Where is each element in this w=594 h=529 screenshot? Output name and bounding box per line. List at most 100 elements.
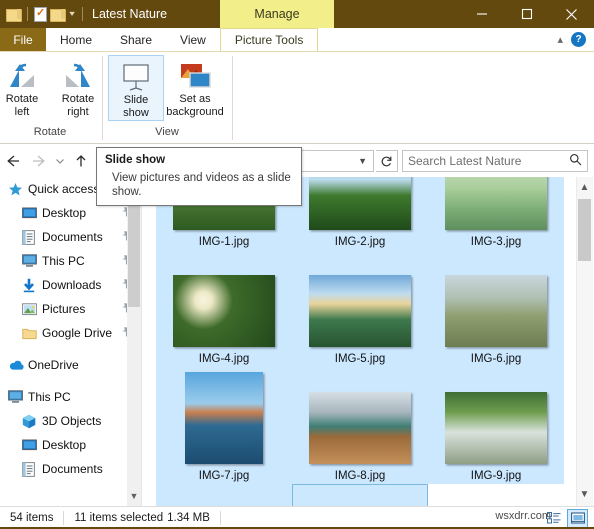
file-name-label: IMG-3.jpg xyxy=(470,236,522,248)
slideshow-tooltip: Slide show View pictures and videos as a… xyxy=(96,147,302,206)
help-question-icon[interactable]: ? xyxy=(571,32,586,47)
file-tile[interactable]: IMG-8.jpg xyxy=(292,367,428,484)
file-name-label: IMG-8.jpg xyxy=(334,470,386,482)
sidebar-item-pictures[interactable]: Pictures xyxy=(0,297,141,321)
window-controls xyxy=(459,0,594,28)
back-button[interactable] xyxy=(0,148,26,174)
file-tile[interactable]: IMG-2.jpg xyxy=(292,177,428,250)
desktop-icon xyxy=(22,207,40,220)
new-folder-icon[interactable] xyxy=(50,8,66,22)
status-selection-size: 1.34 MB xyxy=(167,512,210,524)
sidebar-item-onedrive[interactable]: OneDrive xyxy=(0,353,141,377)
sidebar-item-google-drive[interactable]: Google Drive xyxy=(0,321,141,345)
nav-scroll-down-icon[interactable]: ▼ xyxy=(128,489,140,503)
sidebar-item-label: Desktop xyxy=(42,438,87,452)
quick-access-dropdown-icon[interactable]: ▾ xyxy=(69,10,75,18)
file-tile[interactable]: IMG-11.jpg xyxy=(292,484,428,506)
tab-share[interactable]: Share xyxy=(106,28,167,51)
slideshow-label-1: Slide xyxy=(123,94,149,106)
nav-group-spacer xyxy=(0,345,141,353)
file-tile[interactable]: IMG-9.jpg xyxy=(428,367,564,484)
pictures-icon xyxy=(22,302,40,316)
tab-file-label: File xyxy=(13,32,33,47)
properties-checkmark-icon[interactable] xyxy=(34,6,47,22)
rotate-right-icon xyxy=(60,59,96,93)
ribbon: Rotate left Rotate right Rotate Slide sh… xyxy=(0,52,594,144)
content-scroll-up-icon[interactable]: ▲ xyxy=(576,179,593,196)
file-tile[interactable]: IMG-10.jpg xyxy=(156,484,292,506)
rotate-right-label-1: Rotate xyxy=(61,93,95,105)
set-as-background-button[interactable]: Set as background xyxy=(164,55,226,119)
documents-icon xyxy=(22,229,40,245)
sidebar-item-3d-objects[interactable]: 3D Objects xyxy=(0,409,141,433)
folder-icon[interactable] xyxy=(6,8,22,22)
documents-icon xyxy=(22,461,40,477)
help-label: ? xyxy=(575,34,582,45)
ribbon-group-divider-1 xyxy=(102,56,103,140)
chevron-down-icon[interactable]: ▼ xyxy=(358,156,369,166)
status-divider-2 xyxy=(219,511,221,525)
sidebar-item-desktop[interactable]: Desktop xyxy=(0,433,141,457)
watermark: wsxdrr.com xyxy=(495,510,551,522)
file-tile[interactable]: IMG-4.jpg xyxy=(156,250,292,367)
file-tile[interactable]: IMG-12.jpg xyxy=(428,484,564,506)
star-icon xyxy=(8,182,26,197)
file-tile[interactable]: IMG-6.jpg xyxy=(428,250,564,367)
ribbon-group-rotate-label: Rotate xyxy=(33,126,67,138)
close-button[interactable] xyxy=(549,0,594,28)
chevron-up-icon[interactable]: ▴ xyxy=(557,33,563,46)
ribbon-strip-right: ▴ ? xyxy=(557,28,594,51)
content-scroll-down-icon[interactable]: ▼ xyxy=(576,486,593,503)
folder-icon xyxy=(22,327,40,340)
window-title: Latest Nature xyxy=(92,7,168,21)
tab-home[interactable]: Home xyxy=(46,28,107,51)
tab-file[interactable]: File xyxy=(0,28,46,51)
set-background-icon xyxy=(177,59,213,93)
sidebar-item-this-pc[interactable]: This PC xyxy=(0,385,141,409)
contextual-tab-header-manage[interactable]: Manage xyxy=(220,0,334,28)
status-item-count: 54 items xyxy=(10,512,54,524)
search-placeholder: Search Latest Nature xyxy=(408,154,522,168)
file-thumbnail xyxy=(309,275,411,347)
file-explorer-window: ▾ Latest Nature Manage File Home S xyxy=(0,0,594,529)
file-name-label: IMG-4.jpg xyxy=(198,353,250,365)
search-input[interactable]: Search Latest Nature xyxy=(402,150,588,172)
rotate-left-button[interactable]: Rotate left xyxy=(0,55,50,119)
tooltip-title: Slide show xyxy=(105,154,166,166)
sidebar-item-label: This PC xyxy=(42,254,85,268)
sidebar-item-label: Pictures xyxy=(42,302,86,316)
tab-view[interactable]: View xyxy=(166,28,220,51)
maximize-button[interactable] xyxy=(504,0,549,28)
sidebar-item-documents[interactable]: Documents xyxy=(0,225,141,249)
set-as-background-label-2: background xyxy=(166,106,224,118)
large-icons-view-button[interactable] xyxy=(567,508,588,528)
rotate-right-label-2: right xyxy=(67,106,89,118)
refresh-button[interactable] xyxy=(376,150,398,172)
file-thumbnail xyxy=(309,392,411,464)
file-tile[interactable]: IMG-3.jpg xyxy=(428,177,564,250)
forward-button[interactable] xyxy=(26,148,52,174)
ribbon-group-view-label: View xyxy=(155,126,179,138)
minimize-button[interactable] xyxy=(459,0,504,28)
sidebar-item-label: OneDrive xyxy=(28,358,79,372)
sidebar-item-downloads[interactable]: Downloads xyxy=(0,273,141,297)
file-tile[interactable]: IMG-5.jpg xyxy=(292,250,428,367)
sidebar-item-label: Quick access xyxy=(28,182,100,196)
sidebar-item-documents[interactable]: Documents xyxy=(0,457,141,481)
file-list-view[interactable]: IMG-1.jpg IMG-2.jpg IMG-3.jpg IMG-4.jpg IMG-… xyxy=(143,177,576,506)
content-scroll-thumb[interactable] xyxy=(578,199,591,261)
up-button[interactable] xyxy=(68,148,94,174)
recent-locations-button[interactable] xyxy=(52,148,68,174)
slideshow-label-2: show xyxy=(123,107,149,119)
onedrive-cloud-icon xyxy=(8,359,26,371)
sidebar-item-this-pc[interactable]: This PC xyxy=(0,249,141,273)
slideshow-button[interactable]: Slide show xyxy=(108,55,164,121)
file-grid: IMG-1.jpg IMG-2.jpg IMG-3.jpg IMG-4.jpg IMG-… xyxy=(143,177,576,506)
tab-picture-tools[interactable]: Picture Tools xyxy=(219,28,319,51)
this-pc-icon xyxy=(22,254,40,268)
file-thumbnail xyxy=(445,177,547,230)
search-icon[interactable] xyxy=(569,153,582,169)
file-tile[interactable]: IMG-7.jpg xyxy=(156,367,292,484)
status-selection-count: 11 items selected xyxy=(74,512,164,524)
rotate-right-button[interactable]: Rotate right xyxy=(50,55,106,119)
